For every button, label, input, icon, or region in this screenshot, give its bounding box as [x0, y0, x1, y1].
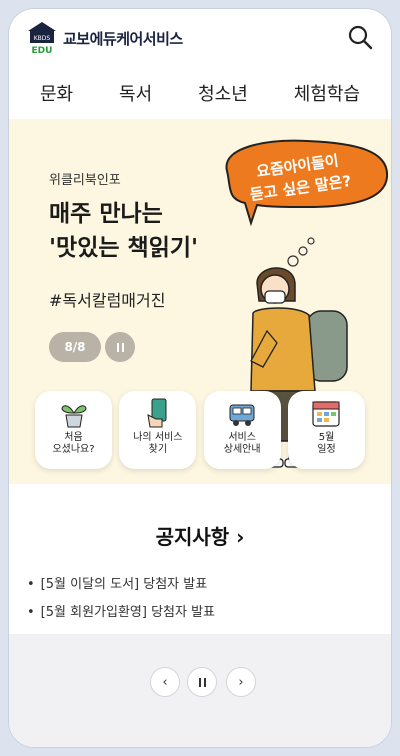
- prev-button[interactable]: ‹: [150, 667, 180, 697]
- banner-title-line1: 매주 만나는: [49, 201, 163, 227]
- banner-title-line2: '맛있는 책읽기': [49, 235, 199, 261]
- banner-category: 위클리북인포: [49, 173, 121, 188]
- notice-item[interactable]: [5월 회원가입환영] 당첨자 발표: [27, 601, 215, 629]
- quick-may-schedule[interactable]: 5월 일정: [287, 391, 365, 469]
- main-banner[interactable]: 위클리북인포 매주 만나는 '맛있는 책읽기' #독서칼럼매거진 8/8 요즘아…: [9, 119, 391, 484]
- phone-frame: KBDS EDU 교보에듀케어서비스 문화 독서 청소년 체험학습 위클리북인포…: [8, 8, 392, 748]
- pause-button[interactable]: [187, 667, 217, 697]
- notice-item[interactable]: [5월 이달의 도서] 당첨자 발표: [27, 573, 215, 601]
- nav-item-youth[interactable]: 청소년: [198, 80, 248, 106]
- pause-icon: [198, 677, 201, 687]
- notice-list: [5월 이달의 도서] 당첨자 발표 [5월 회원가입환영] 당첨자 발표: [27, 573, 215, 629]
- banner-title: 매주 만나는 '맛있는 책읽기': [49, 197, 198, 265]
- quick-find-service-label: 나의 서비스 찾기: [133, 432, 183, 455]
- main-nav: 문화 독서 청소년 체험학습: [9, 71, 391, 115]
- banner-hashtag: #독서칼럼매거진: [49, 291, 166, 310]
- quick-service-details[interactable]: 서비스 상세안내: [203, 391, 281, 469]
- logo-mark-icon: KBDS EDU: [27, 21, 57, 56]
- calendar-icon: [312, 401, 341, 427]
- notice-title[interactable]: 공지사항 ›: [9, 521, 391, 550]
- logo-edu-text: EDU: [32, 46, 53, 55]
- logo-text: 교보에듀케어서비스: [63, 29, 183, 48]
- nav-item-culture[interactable]: 문화: [40, 80, 73, 106]
- logo[interactable]: KBDS EDU 교보에듀케어서비스: [27, 21, 183, 56]
- nav-item-field-trip[interactable]: 체험학습: [294, 80, 360, 106]
- header: KBDS EDU 교보에듀케어서비스: [9, 9, 391, 69]
- banner-pause-button[interactable]: [105, 332, 135, 362]
- quick-first-visit[interactable]: 처음 오셨나요?: [35, 391, 112, 469]
- quick-first-visit-label: 처음 오셨나요?: [52, 432, 95, 455]
- chevron-right-icon: ›: [238, 674, 244, 690]
- banner-pager: 8/8: [49, 332, 101, 362]
- search-icon: [348, 25, 373, 50]
- quick-may-schedule-label: 5월 일정: [317, 432, 336, 455]
- quick-menu: 처음 오셨나요? 나의 서비스 찾기 서비스 상세안내 5월 일정: [35, 391, 365, 469]
- logo-badge-text: KBDS: [34, 35, 51, 42]
- pause-icon: [116, 342, 119, 352]
- sprout-icon: [60, 405, 87, 428]
- nav-item-reading[interactable]: 독서: [119, 80, 152, 106]
- quick-service-details-label: 서비스 상세안내: [223, 432, 261, 455]
- search-button[interactable]: [345, 23, 375, 53]
- quick-find-service[interactable]: 나의 서비스 찾기: [119, 391, 197, 469]
- next-button[interactable]: ›: [226, 667, 256, 697]
- phone-hand-icon: [147, 398, 167, 428]
- chevron-left-icon: ‹: [162, 674, 168, 690]
- bus-icon: [229, 404, 255, 426]
